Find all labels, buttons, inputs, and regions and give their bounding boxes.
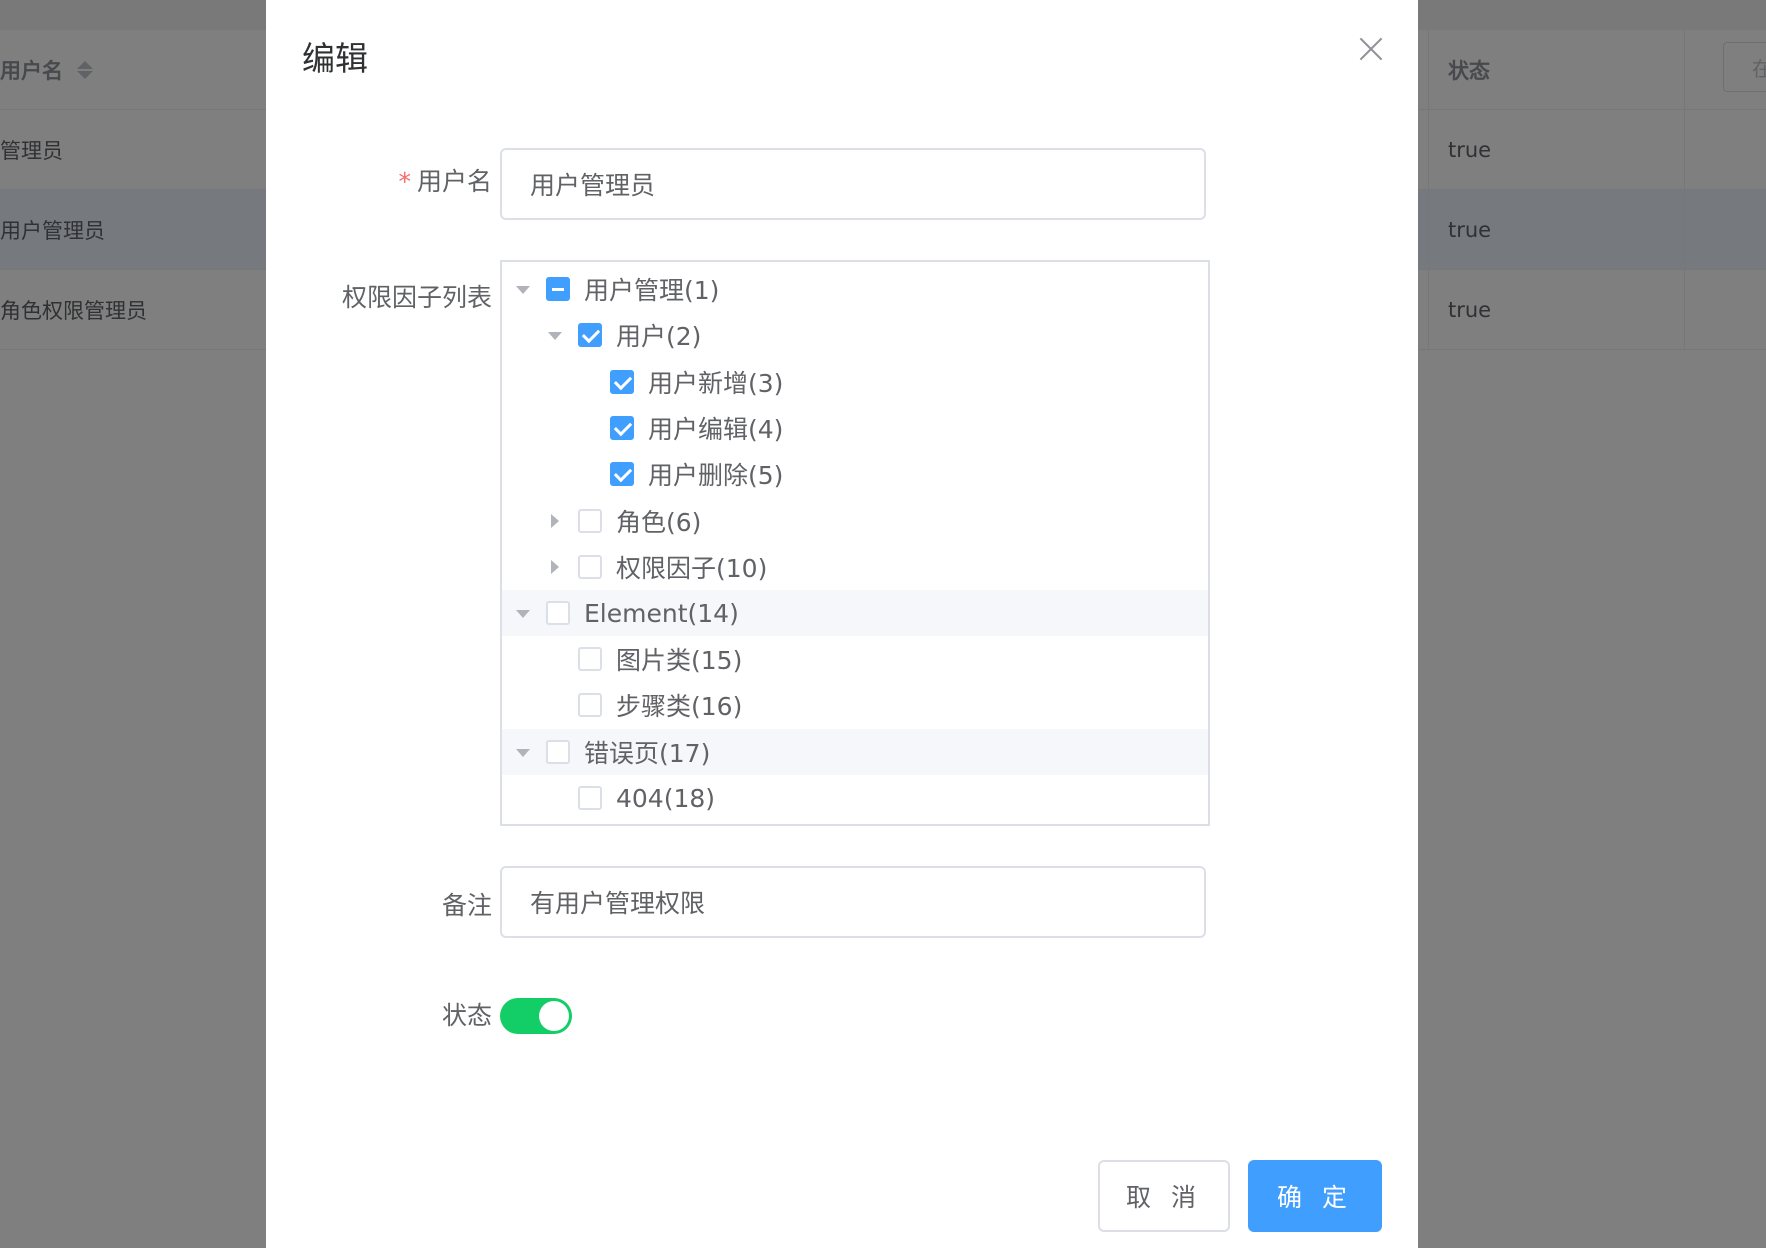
- tree-node-label: 用户编辑(4): [648, 415, 784, 444]
- username-label-text: 用户名: [416, 167, 492, 196]
- tree-node-label: 用户管理(1): [584, 276, 720, 305]
- cancel-button[interactable]: 取 消: [1098, 1160, 1230, 1232]
- checkbox-unchecked[interactable]: [578, 509, 602, 533]
- tree-node-user[interactable]: 用户(2): [502, 312, 1208, 358]
- caret-down-icon[interactable]: [516, 745, 530, 759]
- tree-node-label: 用户删除(5): [648, 461, 784, 490]
- tree-node-label: 权限因子(10): [616, 554, 768, 583]
- tree-node-error-page[interactable]: 错误页(17): [502, 729, 1208, 775]
- remark-label: 备注: [441, 891, 492, 920]
- caret-down-icon[interactable]: [516, 606, 530, 620]
- tree-node-element[interactable]: Element(14): [502, 590, 1208, 636]
- tree-node-label: 404(18): [616, 783, 716, 813]
- tree-node-404[interactable]: 404(18): [502, 775, 1208, 821]
- edit-dialog: 编辑 *用户名 权限因子列表 用户管理(1) 用户(2) 用户新增(3) 用户编…: [266, 0, 1418, 1248]
- caret-right-icon[interactable]: [548, 560, 562, 574]
- close-icon[interactable]: [1356, 34, 1386, 64]
- tree-node-permission-factor[interactable]: 权限因子(10): [502, 544, 1208, 590]
- status-switch[interactable]: [500, 998, 572, 1034]
- tree-node-image-type[interactable]: 图片类(15): [502, 636, 1208, 682]
- checkbox-unchecked[interactable]: [546, 601, 570, 625]
- tree-node-user-delete[interactable]: 用户删除(5): [502, 451, 1208, 497]
- checkbox-checked[interactable]: [610, 462, 634, 486]
- checkbox-unchecked[interactable]: [578, 693, 602, 717]
- checkbox-checked[interactable]: [578, 323, 602, 347]
- tree-node-role[interactable]: 角色(6): [502, 498, 1208, 544]
- caret-down-icon[interactable]: [548, 328, 562, 342]
- status-label: 状态: [441, 1001, 492, 1030]
- tree-node-label: Element(14): [584, 598, 739, 628]
- checkbox-indeterminate[interactable]: [546, 277, 570, 301]
- permissions-label: 权限因子列表: [341, 283, 492, 312]
- dialog-title: 编辑: [302, 39, 368, 78]
- username-label: * 用户名: [398, 162, 492, 198]
- tree-node-user-edit[interactable]: 用户编辑(4): [502, 405, 1208, 451]
- tree-node-label: 角色(6): [616, 508, 702, 537]
- checkbox-checked[interactable]: [610, 370, 634, 394]
- caret-right-icon[interactable]: [548, 514, 562, 528]
- caret-down-icon[interactable]: [516, 282, 530, 296]
- tree-node-label: 错误页(17): [584, 739, 711, 768]
- checkbox-unchecked[interactable]: [578, 555, 602, 579]
- checkbox-unchecked[interactable]: [578, 647, 602, 671]
- checkbox-checked[interactable]: [610, 416, 634, 440]
- checkbox-unchecked[interactable]: [546, 740, 570, 764]
- permission-tree: 用户管理(1) 用户(2) 用户新增(3) 用户编辑(4) 用户删除(5) 角色…: [500, 260, 1210, 826]
- tree-node-label: 用户(2): [616, 322, 702, 351]
- tree-node-user-management[interactable]: 用户管理(1): [502, 266, 1208, 312]
- remark-input[interactable]: [500, 866, 1206, 938]
- username-input[interactable]: [500, 148, 1206, 220]
- tree-node-label: 步骤类(16): [616, 692, 743, 721]
- confirm-button[interactable]: 确 定: [1248, 1160, 1382, 1232]
- tree-node-step-type[interactable]: 步骤类(16): [502, 682, 1208, 728]
- required-asterisk: *: [398, 167, 411, 196]
- tree-node-label: 用户新增(3): [648, 369, 784, 398]
- checkbox-unchecked[interactable]: [578, 786, 602, 810]
- tree-node-user-add[interactable]: 用户新增(3): [502, 359, 1208, 405]
- switch-knob: [539, 1001, 569, 1031]
- tree-node-label: 图片类(15): [616, 646, 743, 675]
